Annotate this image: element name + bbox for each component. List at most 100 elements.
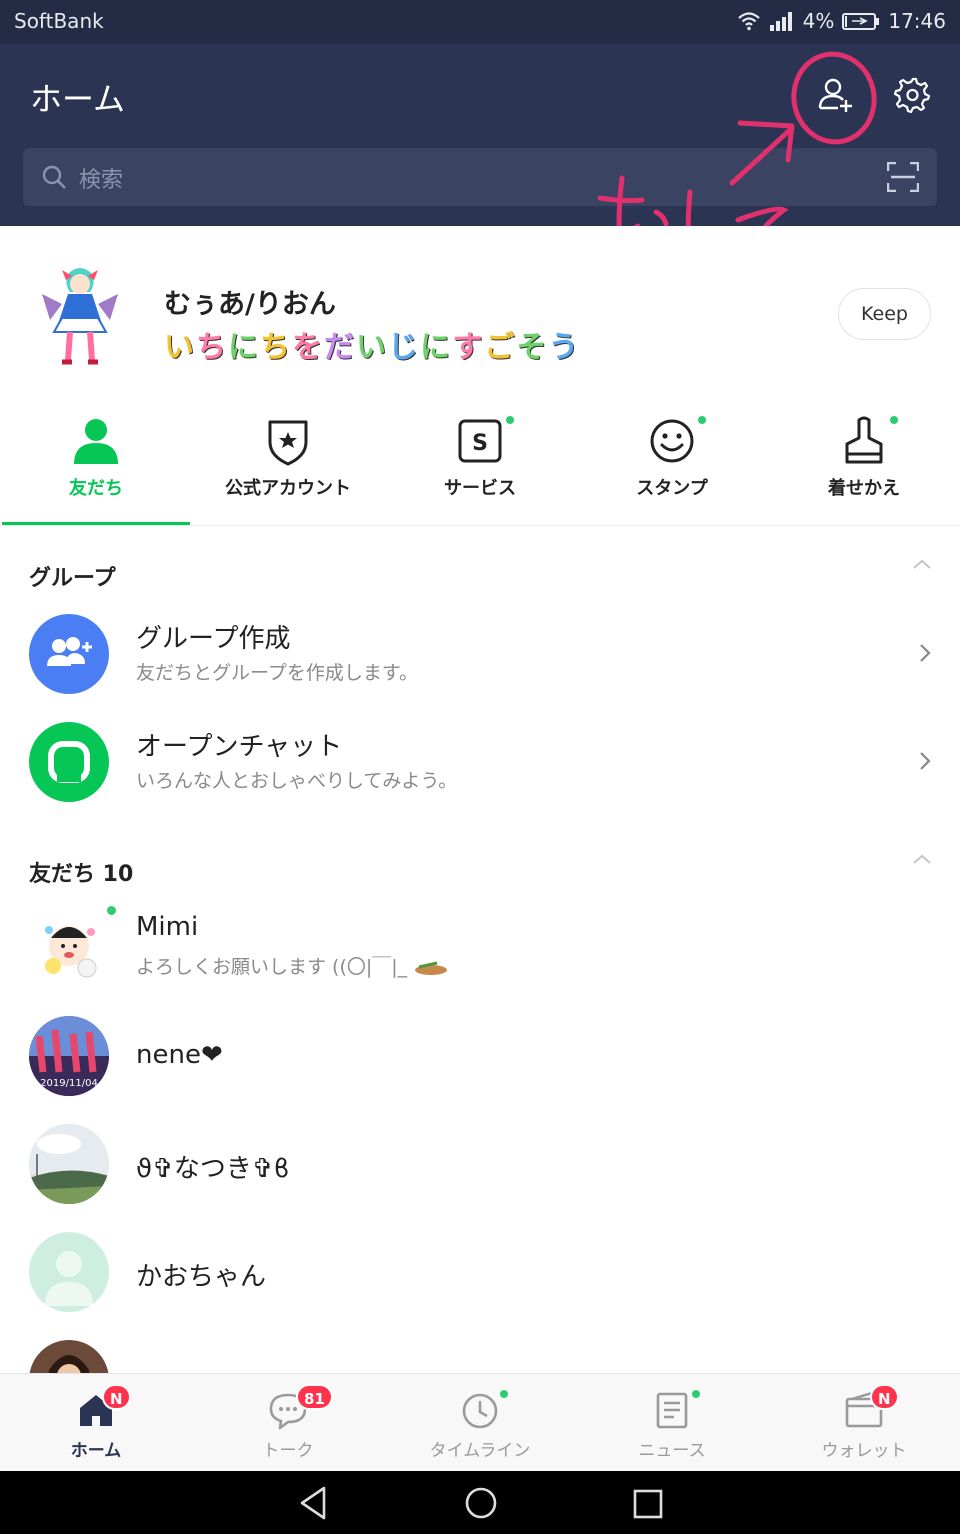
nav-home[interactable]: N ホーム (0, 1374, 192, 1472)
friend-name: Mimi (136, 912, 199, 942)
recents-square-icon[interactable] (632, 1485, 664, 1521)
new-indicator-dot (890, 416, 898, 424)
friends-section-title: 友だち 10 (29, 862, 134, 887)
status-message-char: だ (324, 330, 356, 365)
tab-official-accounts-label: 公式アカウント (225, 478, 351, 499)
new-indicator-dot (692, 1390, 700, 1398)
open-chat-title: オープンチャット (136, 732, 343, 762)
person-icon (74, 419, 118, 464)
add-group-icon (47, 637, 92, 666)
battery-icon (842, 13, 880, 30)
profile-name: むぅあ/りおん (164, 289, 336, 320)
clock-time: 17:46 (888, 9, 946, 33)
tab-services-label: サービス (444, 478, 516, 499)
friend-row[interactable]: Mimi よろしくお願いします ((〇|￣|_ (0, 894, 960, 1002)
tab-themes-label: 着せかえ (828, 478, 900, 499)
status-message-char: ち (196, 330, 228, 365)
svg-text:S: S (472, 431, 488, 456)
back-icon[interactable] (298, 1485, 330, 1521)
tab-themes[interactable]: 着せかえ (768, 396, 960, 526)
brush-icon (845, 416, 883, 464)
qr-scan-icon[interactable] (887, 162, 919, 192)
search-input[interactable]: 検索 (79, 162, 123, 194)
tab-friends-label: 友だち (69, 478, 123, 499)
add-friend-icon[interactable] (816, 74, 856, 114)
status-message-char: ご (484, 330, 517, 365)
friend-avatar-default (29, 1232, 109, 1312)
system-navigation-bar (0, 1471, 960, 1534)
battery-percent: 4% (802, 9, 835, 33)
online-dot (107, 906, 116, 915)
status-message-char: ち (260, 330, 292, 365)
friend-name: nene❤ (136, 1040, 223, 1070)
status-message-char: う (548, 330, 581, 365)
collapse-chevron-icon[interactable] (912, 853, 932, 865)
news-icon (656, 1392, 688, 1429)
friend-row[interactable]: 2019/11/04 nene❤ (0, 1002, 960, 1110)
tab-services[interactable]: S サービス (384, 396, 576, 526)
service-s-icon: S (458, 419, 502, 463)
home-circle-icon[interactable] (464, 1485, 498, 1521)
status-message-char: を (292, 330, 324, 365)
status-message-char: い (356, 330, 388, 365)
create-group-title: グループ作成 (136, 624, 291, 654)
nav-wallet-label: ウォレット (821, 1441, 907, 1461)
nav-talk-label: トーク (262, 1441, 314, 1461)
nav-timeline[interactable]: タイムライン (384, 1374, 576, 1472)
status-bar: SoftBank 4% 17:46 (0, 0, 960, 44)
nav-news[interactable]: ニュース (576, 1374, 768, 1472)
friend-avatar: 2019/11/04 (29, 1016, 109, 1096)
create-group-avatar (29, 614, 109, 694)
friend-avatar (29, 908, 109, 988)
active-tab-indicator (2, 522, 190, 525)
collapse-chevron-icon[interactable] (912, 558, 932, 570)
friend-row-partial[interactable] (0, 1326, 960, 1373)
my-profile[interactable]: むぅあ/りおん いちにちをだいじにすごそう Keep (0, 226, 960, 396)
status-message-char: に (420, 330, 453, 365)
open-chat-avatar (29, 722, 109, 802)
friend-row[interactable]: ϑ✞なつき✞ϐ (0, 1110, 960, 1218)
wifi-icon (737, 12, 760, 31)
status-message-char: い (164, 330, 196, 365)
sticker-emoji-icon (415, 961, 448, 975)
new-indicator-dot (500, 1390, 508, 1398)
bottom-navigation: N ホーム 81 トーク タイムライン ニュース N ウォレット (0, 1373, 960, 1471)
settings-gear-icon[interactable] (893, 74, 933, 114)
status-message-char: す (452, 330, 485, 365)
profile-status-message: いちにちをだいじにすごそう (164, 322, 580, 366)
status-message-char: じ (388, 330, 420, 365)
nav-home-label: ホーム (70, 1441, 122, 1461)
chevron-right-icon (920, 752, 931, 770)
open-chat-row[interactable]: オープンチャット いろんな人とおしゃべりしてみよう。 (0, 708, 960, 816)
new-badge: N (870, 1384, 899, 1410)
friend-avatar (29, 1340, 109, 1373)
friend-name: かおちゃん (136, 1262, 267, 1292)
new-badge: N (102, 1384, 131, 1410)
nav-wallet[interactable]: N ウォレット (768, 1374, 960, 1472)
profile-avatar[interactable] (32, 260, 128, 370)
friend-row[interactable]: かおちゃん (0, 1218, 960, 1326)
tab-friends[interactable]: 友だち (0, 396, 192, 526)
tab-official-accounts[interactable]: 公式アカウント (192, 396, 384, 526)
search-bar[interactable]: 検索 (23, 148, 937, 206)
nav-news-label: ニュース (638, 1441, 706, 1461)
open-chat-icon (48, 741, 90, 783)
smiley-icon (650, 419, 694, 463)
carrier-name: SoftBank (14, 9, 104, 33)
nav-talk[interactable]: 81 トーク (192, 1374, 384, 1472)
clock-icon (462, 1393, 498, 1429)
unread-count-badge: 81 (296, 1384, 333, 1410)
search-icon (42, 165, 66, 189)
tab-stickers[interactable]: スタンプ (576, 396, 768, 526)
page-title: ホーム (30, 80, 126, 118)
signal-icon (769, 12, 792, 31)
status-message-char: そ (516, 330, 549, 365)
status-message-char: に (228, 330, 260, 365)
create-group-row[interactable]: グループ作成 友だちとグループを作成します。 (0, 600, 960, 708)
new-indicator-dot (506, 416, 514, 424)
avatar-date-caption: 2019/11/04 (40, 1078, 98, 1089)
keep-button[interactable]: Keep (838, 288, 931, 340)
home-header: ホーム 検索 (0, 44, 960, 226)
shield-star-icon (268, 420, 308, 466)
category-tabs: 友だち 公式アカウント S サービス スタンプ 着せかえ (0, 396, 960, 526)
